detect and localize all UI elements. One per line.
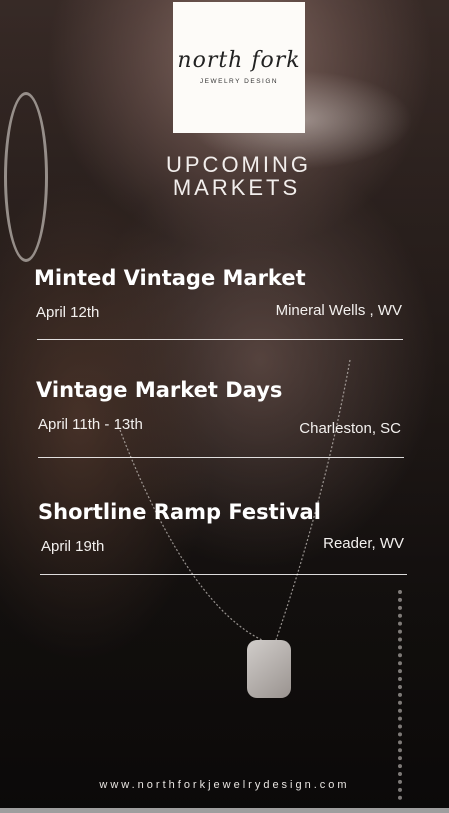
event-divider	[37, 339, 403, 340]
event-divider	[40, 574, 407, 575]
event-date: April 12th	[36, 304, 100, 321]
page-title-line2: MARKETS	[172, 175, 301, 200]
flyer: north fork JEWELRY DESIGN UPCOMING MARKE…	[0, 0, 449, 813]
event-date: April 19th	[41, 538, 105, 555]
event-name: Minted Vintage Market	[34, 266, 306, 290]
logo-script-text: north fork	[177, 48, 301, 73]
brand-logo: north fork JEWELRY DESIGN	[173, 2, 305, 133]
event-location: Charleston, SC	[299, 420, 401, 437]
event-divider	[38, 457, 404, 458]
event-location: Reader, WV	[323, 535, 404, 552]
logo-subtitle: JEWELRY DESIGN	[199, 78, 279, 85]
event-location: Mineral Wells , WV	[275, 302, 402, 319]
pendant-decoration	[247, 640, 291, 698]
zipper-decoration	[398, 590, 406, 800]
event-date: April 11th - 13th	[38, 416, 143, 433]
website-link[interactable]: www.northforkjewelrydesign.com	[0, 779, 449, 791]
bottom-bar	[0, 808, 449, 813]
event-name: Shortline Ramp Festival	[38, 500, 321, 524]
event-name: Vintage Market Days	[36, 378, 283, 402]
